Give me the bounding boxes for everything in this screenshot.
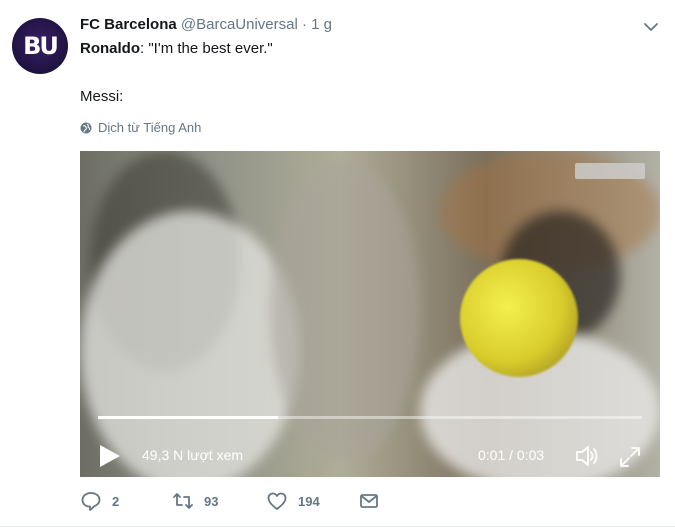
direct-message-button[interactable] (358, 490, 380, 512)
volume-icon[interactable] (574, 443, 600, 469)
chevron-down-icon[interactable] (642, 18, 660, 36)
reply-icon (81, 492, 101, 511)
display-name[interactable]: FC Barcelona (80, 16, 177, 33)
translate-label[interactable]: Dịch từ Tiếng Anh (98, 120, 201, 135)
tweet-text-line-1: Ronaldo: "I'm the best ever." (80, 40, 273, 57)
view-count: 49,3 N lượt xem (142, 447, 244, 463)
video-time: 0:01 / 0:03 (478, 447, 545, 463)
reply-count: 2 (112, 493, 120, 509)
expand-icon[interactable] (618, 445, 642, 469)
like-icon (267, 492, 287, 510)
tweet-text-line-2: Messi: (80, 88, 124, 105)
video-progress-fill (98, 416, 278, 419)
video-frame-ball (460, 259, 578, 377)
tweet-actions: 2 93 194 (80, 490, 500, 516)
play-icon[interactable] (98, 443, 122, 469)
separator-dot: · (301, 16, 307, 33)
message-icon (360, 494, 378, 508)
retweet-count: 93 (204, 493, 219, 509)
video-player[interactable]: 49,3 N lượt xem 0:01 / 0:03 (80, 151, 660, 477)
video-progress-bar[interactable] (98, 416, 642, 419)
like-count: 194 (298, 493, 320, 509)
translate-link[interactable]: Dịch từ Tiếng Anh (80, 120, 201, 135)
retweet-icon (173, 493, 193, 509)
globe-icon (80, 122, 92, 133)
video-frame-shirt (80, 211, 300, 477)
quote-text: : "I'm the best ever." (140, 40, 273, 57)
tweet-card: BU FC Barcelona @BarcaUniversal · 1 g Ro… (0, 0, 675, 527)
timestamp[interactable]: 1 g (311, 16, 332, 33)
retweet-button[interactable]: 93 (172, 490, 218, 512)
tweet-header: FC Barcelona @BarcaUniversal · 1 g (80, 16, 332, 33)
broadcast-logo (575, 163, 645, 179)
avatar-logo-text: BU (23, 32, 59, 60)
reply-button[interactable]: 2 (80, 490, 119, 512)
speaker-name: Ronaldo (80, 40, 140, 57)
user-handle[interactable]: @BarcaUniversal (181, 16, 298, 33)
like-button[interactable]: 194 (266, 490, 320, 512)
avatar[interactable]: BU (12, 18, 68, 74)
